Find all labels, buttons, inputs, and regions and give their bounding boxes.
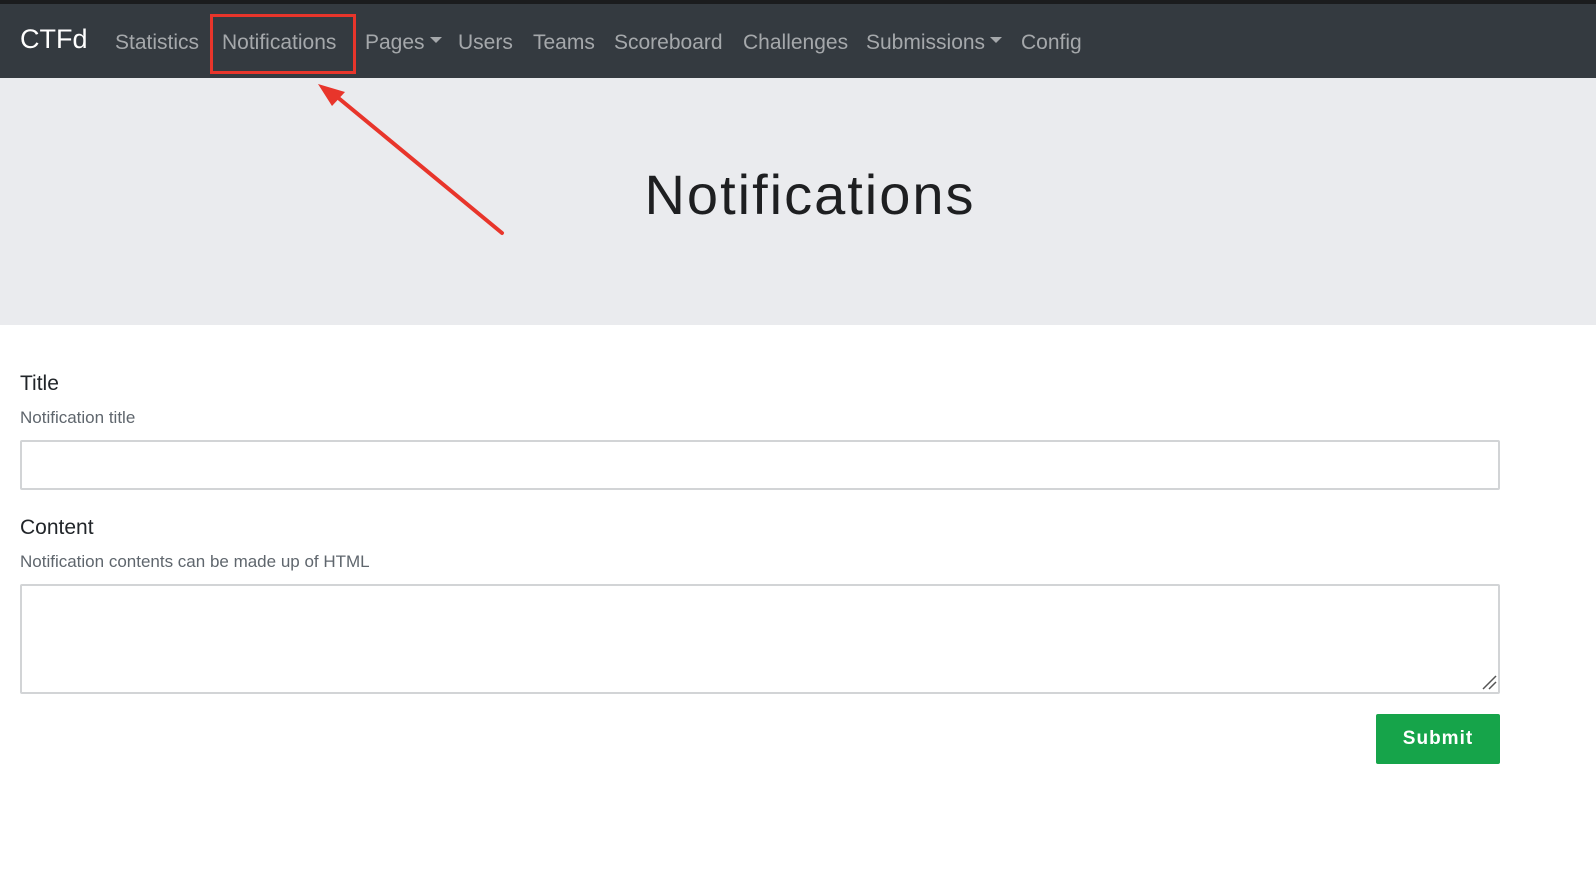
submit-button[interactable]: Submit: [1376, 714, 1500, 764]
nav-item-statistics[interactable]: Statistics: [115, 31, 199, 55]
nav-item-config[interactable]: Config: [1021, 31, 1082, 55]
highlight-box: [210, 14, 356, 74]
title-label: Title: [20, 372, 59, 395]
page-title: Notifications: [644, 163, 976, 226]
content-textarea[interactable]: [20, 584, 1500, 694]
nav-item-pages[interactable]: Pages: [365, 31, 442, 55]
nav-item-challenges[interactable]: Challenges: [743, 31, 848, 55]
chevron-down-icon: [429, 37, 442, 44]
brand-logo[interactable]: CTFd: [20, 24, 88, 55]
content-help: Notification contents can be made up of …: [20, 552, 370, 571]
nav-item-users[interactable]: Users: [458, 31, 513, 55]
nav-item-scoreboard[interactable]: Scoreboard: [614, 31, 723, 55]
resize-grip-icon[interactable]: [1481, 674, 1497, 690]
nav-item-teams[interactable]: Teams: [533, 31, 595, 55]
page-header: Notifications: [0, 78, 1596, 325]
nav-item-pages-label: Pages: [365, 31, 425, 54]
title-help: Notification title: [20, 408, 136, 427]
content-label: Content: [20, 516, 94, 539]
chevron-down-icon: [990, 37, 1003, 44]
nav-item-submissions-label: Submissions: [866, 31, 986, 54]
nav-item-submissions[interactable]: Submissions: [866, 31, 1003, 55]
title-input[interactable]: [20, 440, 1500, 490]
